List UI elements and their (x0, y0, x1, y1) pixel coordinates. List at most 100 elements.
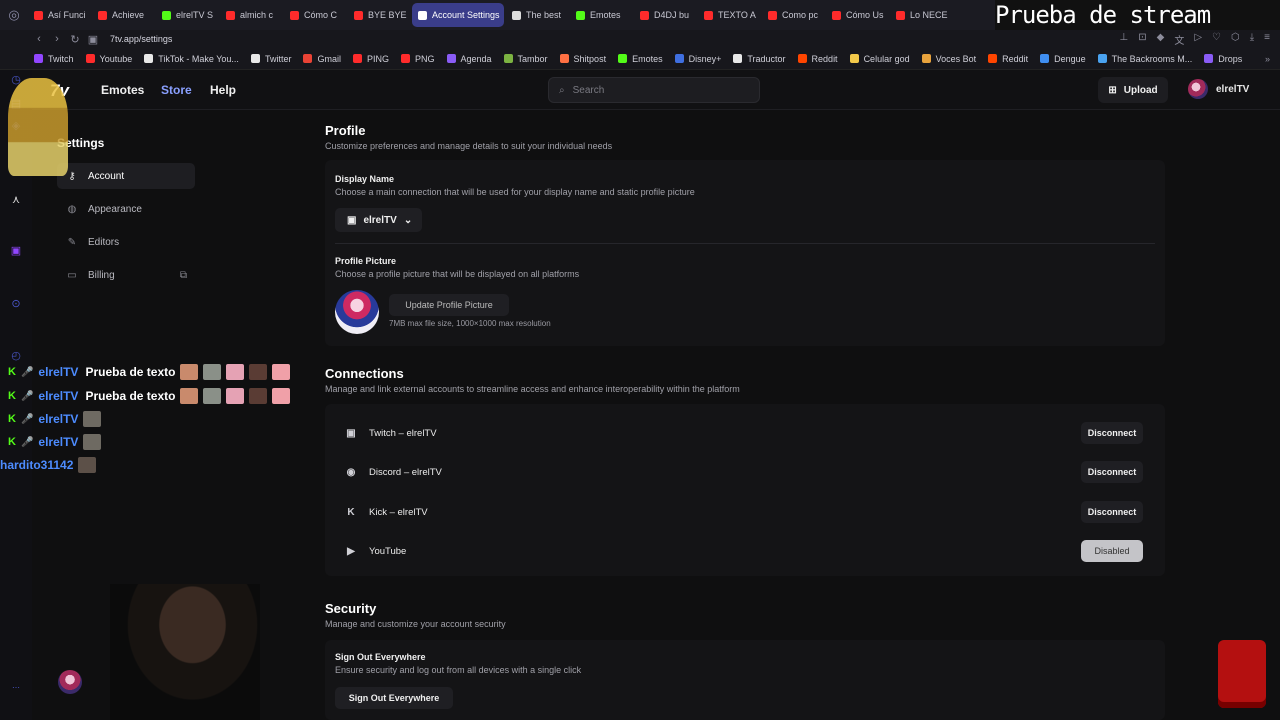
screenshot-icon[interactable]: ⊡ (1138, 32, 1146, 47)
sidebar-item-billing[interactable]: ▭ Billing ⧉ (57, 262, 195, 288)
bookmark-label: Celular god (863, 53, 910, 64)
emote (249, 364, 268, 380)
tab-label: Achieve (112, 10, 145, 20)
browser-tab[interactable]: The best (506, 3, 568, 27)
browser-tab[interactable]: BYE BYE (348, 3, 410, 27)
pin-icon[interactable]: ⊥ (1120, 32, 1129, 47)
browser-tab[interactable]: Como pc (762, 3, 824, 27)
browser-tab[interactable]: almich c (220, 3, 282, 27)
bookmark-list: Twitch Youtube TikTok - Make You... Twitter… (34, 54, 1254, 64)
palette-icon: ◍ (67, 203, 77, 215)
bookmark-favicon-icon (849, 54, 859, 63)
heart-icon[interactable]: ♡ (1212, 32, 1221, 47)
play-icon[interactable]: ▷ (1194, 32, 1202, 47)
bookmark-favicon-icon (34, 54, 43, 63)
browser-tab[interactable]: TEXTO A (698, 3, 760, 27)
forward-icon[interactable]: › (48, 33, 66, 45)
tab-favicon-icon (226, 10, 235, 20)
browser-tab[interactable]: Achieve (92, 3, 154, 27)
key-icon: ⚷ (68, 170, 76, 182)
bookmark-item[interactable]: Disney+ (674, 54, 721, 64)
tab-favicon-icon (162, 10, 171, 20)
bookmark-item[interactable]: Gmail (303, 54, 341, 64)
bookmark-item[interactable]: Twitter (250, 54, 291, 64)
browser-menu-icon[interactable]: ◎ (0, 0, 28, 30)
sidebar-item-appearance[interactable]: ◍ Appearance (57, 196, 195, 222)
7tv-rail-icon[interactable]: ⋏ (10, 194, 22, 206)
update-profile-picture-button[interactable]: Update Profile Picture (389, 294, 509, 316)
back-icon[interactable]: ‹ (30, 33, 48, 45)
disconnect-discord-button[interactable]: Disconnect (1081, 461, 1143, 483)
bookmark-item[interactable]: Shitpost (559, 54, 606, 64)
bookmark-item[interactable]: Drops (1204, 54, 1242, 64)
emote (203, 388, 222, 404)
youtube-disabled-button[interactable]: Disabled (1081, 540, 1143, 562)
disconnect-kick-button[interactable]: Disconnect (1081, 501, 1143, 523)
sidebar-item-editors[interactable]: ✎ Editors (57, 229, 195, 255)
search-input[interactable]: ⌕ Search (548, 77, 760, 103)
nav-store[interactable]: Store (161, 83, 192, 97)
player-icon[interactable]: ⊙ (10, 298, 22, 310)
translate-icon[interactable]: 文 (1174, 32, 1184, 47)
tab-label: almich c (240, 10, 274, 20)
browser-tab[interactable]: elrelTV S (156, 3, 218, 27)
settings-icon[interactable]: ≡ (1264, 32, 1270, 47)
more-rail-icon[interactable]: ⋯ (10, 682, 22, 694)
bookmark-item[interactable]: Agenda (446, 54, 492, 64)
bookmark-favicon-icon (797, 54, 807, 63)
sidebar-item-account[interactable]: ⚷ Account (57, 163, 195, 189)
bookmark-item[interactable]: Celular god (849, 53, 910, 64)
bookmark-item[interactable]: PNG (400, 54, 435, 64)
chat-message: hardito31142 (0, 455, 97, 475)
shield-icon[interactable]: ◆ (1157, 32, 1165, 47)
user-menu[interactable]: elrelTV (1188, 79, 1249, 99)
downloads-icon[interactable]: ⤓ (1250, 32, 1254, 47)
connections-card: ▣ Twitch – elrelTV Disconnect ◉ Discord … (325, 404, 1165, 576)
bookmark-item[interactable]: Tambor (503, 54, 548, 64)
upload-button[interactable]: ⊞ Upload (1098, 77, 1168, 103)
disconnect-twitch-button[interactable]: Disconnect (1081, 422, 1143, 444)
profile-subtitle: Customize preferences and manage details… (325, 141, 613, 151)
browser-tab[interactable]: Así Funci (28, 3, 90, 27)
bookmark-item[interactable]: Dengue (1040, 54, 1086, 64)
more-bookmarks-icon[interactable]: » (1265, 54, 1270, 64)
kick-icon: K (8, 366, 16, 378)
bookmark-item[interactable]: Reddit (797, 54, 838, 64)
emote (180, 388, 199, 404)
chat-username: elrelTV (38, 389, 79, 403)
bookmark-item[interactable]: Traductor (733, 54, 786, 64)
display-name-select[interactable]: ▣ elrelTV ⌄ (335, 208, 422, 232)
bookmark-item[interactable]: Voces Bot (921, 54, 976, 64)
display-name-label: Display Name (335, 174, 395, 184)
bookmark-item[interactable]: PING (352, 54, 389, 64)
browser-tab[interactable]: Cómo C (284, 3, 346, 27)
tab-favicon-icon (640, 10, 649, 20)
chat-username: elrelTV (38, 412, 79, 426)
browser-tab[interactable]: Lo NECE (890, 3, 952, 27)
connection-label: Discord – elrelTV (369, 466, 442, 478)
bookmark-item[interactable]: Emotes (618, 54, 663, 64)
bookmark-item[interactable]: Twitch (34, 54, 74, 64)
connection-label: Kick – elrelTV (369, 506, 428, 518)
url-field[interactable]: 7tv.app/settings (110, 34, 172, 44)
bookmark-item[interactable]: Reddit (988, 54, 1028, 64)
nav-emotes[interactable]: Emotes (101, 83, 144, 97)
bookmark-item[interactable]: TikTok - Make You... (144, 54, 239, 64)
extensions-icon[interactable]: ⬡ (1231, 32, 1240, 47)
nav-help[interactable]: Help (210, 83, 236, 97)
reload-icon[interactable]: ↻ (66, 33, 84, 46)
browser-tab[interactable]: Account Settings (412, 3, 504, 27)
clock-icon[interactable]: ◴ (10, 350, 22, 362)
sign-out-everywhere-button[interactable]: Sign Out Everywhere (335, 687, 453, 709)
browser-tab[interactable]: D4DJ bu (634, 3, 696, 27)
browser-tab[interactable]: Emotes (570, 3, 632, 27)
profile-title: Profile (325, 123, 366, 138)
connection-youtube: ▶ YouTube Disabled (335, 535, 1143, 567)
tab-label: Emotes (590, 10, 621, 20)
bookmark-item[interactable]: Youtube (85, 54, 132, 64)
twitch-rail-icon[interactable]: ▣ (10, 245, 22, 257)
bookmark-item[interactable]: The Backrooms M... (1097, 54, 1192, 64)
chat-message: K 🎤 elrelTV (8, 409, 102, 429)
emote (226, 364, 245, 380)
browser-tab[interactable]: Cómo Us (826, 3, 888, 27)
